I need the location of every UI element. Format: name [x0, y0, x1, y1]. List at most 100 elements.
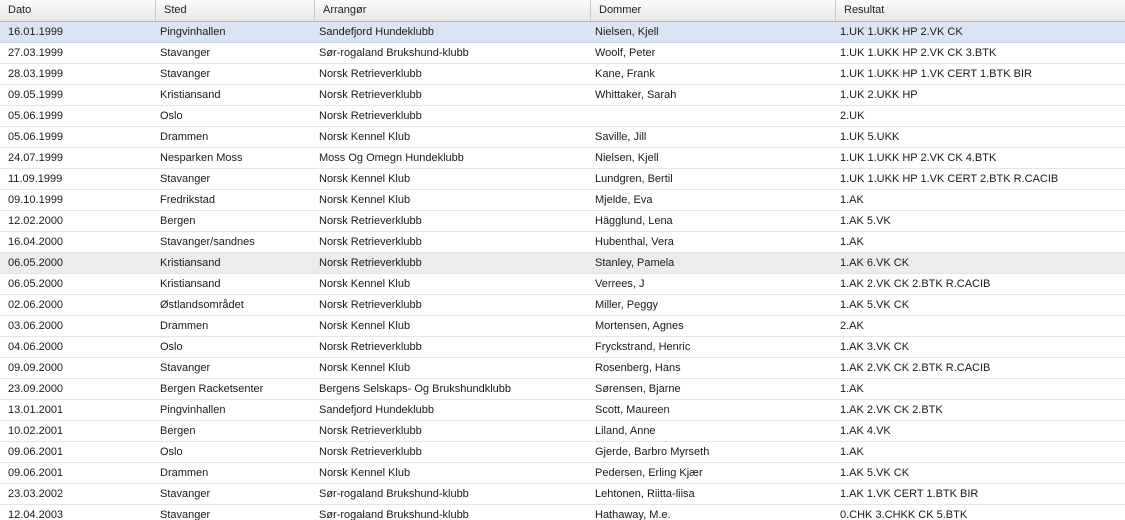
table-row[interactable]: 23.03.2002 Stavanger Sør-rogaland Brukshun…	[0, 484, 1125, 505]
cell-dato: 06.05.2000	[8, 257, 64, 269]
cell-dato: 05.06.1999	[8, 110, 64, 122]
cell-arrangor: Norsk Retrieverklubb	[319, 68, 422, 80]
cell-resultat: 1.AK 3.VK CK	[840, 341, 910, 353]
cell-arrangor: Sør-rogaland Brukshund-klubb	[319, 488, 469, 500]
table-row[interactable]: 16.01.1999 Pingvinhallen Sandefjord Hundek…	[0, 22, 1125, 43]
cell-dato: 24.07.1999	[8, 152, 64, 164]
table-row[interactable]: 02.06.2000 Østlandsområdet Norsk Retriever…	[0, 295, 1125, 316]
cell-dato: 09.05.1999	[8, 89, 64, 101]
column-header-dato[interactable]: Dato	[0, 0, 155, 21]
cell-arrangor: Norsk Retrieverklubb	[319, 341, 422, 353]
cell-dommer: Nielsen, Kjell	[595, 152, 659, 164]
cell-dato: 27.03.1999	[8, 47, 64, 59]
cell-resultat: 0.CHK 3.CHKK CK 5.BTK	[840, 509, 968, 520]
cell-dommer: Nielsen, Kjell	[595, 26, 659, 38]
table-row[interactable]: 13.01.2001 Pingvinhallen Sandefjord Hundek…	[0, 400, 1125, 421]
cell-dato: 12.02.2000	[8, 215, 64, 227]
cell-dato: 11.09.1999	[8, 173, 63, 185]
cell-sted: Stavanger	[160, 509, 211, 520]
cell-arrangor: Norsk Retrieverklubb	[319, 257, 422, 269]
column-header-dommer[interactable]: Dommer	[590, 0, 835, 21]
table-row[interactable]: 05.06.1999 Oslo Norsk Retrieverklubb 2.UK	[0, 106, 1125, 127]
cell-arrangor: Sandefjord Hundeklubb	[319, 26, 434, 38]
cell-sted: Bergen	[160, 215, 196, 227]
cell-sted: Bergen	[160, 425, 196, 437]
table-row[interactable]: 06.05.2000 Kristiansand Norsk Kennel Klub V…	[0, 274, 1125, 295]
cell-dommer: Hägglund, Lena	[595, 215, 673, 227]
table-row[interactable]: 06.05.2000 Kristiansand Norsk Retrieverklu…	[0, 253, 1125, 274]
cell-sted: Bergen Racketsenter	[160, 383, 264, 395]
table-row[interactable]: 28.03.1999 Stavanger Norsk Retrieverklubb K…	[0, 64, 1125, 85]
column-header-resultat[interactable]: Resultat	[835, 0, 1125, 21]
cell-resultat: 1.UK 5.UKK	[840, 131, 900, 143]
column-header-arrangor[interactable]: Arrangør	[314, 0, 590, 21]
cell-dommer: Lundgren, Bertil	[595, 173, 673, 185]
cell-dommer: Pedersen, Erling Kjær	[595, 467, 703, 479]
cell-sted: Oslo	[160, 446, 183, 458]
cell-resultat: 1.AK 4.VK	[840, 425, 891, 437]
table-row[interactable]: 09.06.2001 Oslo Norsk Retrieverklubb Gjerde…	[0, 442, 1125, 463]
table-row[interactable]: 04.06.2000 Oslo Norsk Retrieverklubb Frycks…	[0, 337, 1125, 358]
table-row[interactable]: 16.04.2000 Stavanger/sandnes Norsk Retriev…	[0, 232, 1125, 253]
cell-sted: Kristiansand	[160, 278, 221, 290]
cell-dommer: Whittaker, Sarah	[595, 89, 677, 101]
cell-resultat: 1.UK 1.UKK HP 1.VK CERT 1.BTK BIR	[840, 68, 1032, 80]
table-row[interactable]: 09.10.1999 Fredrikstad Norsk Kennel Klub Mj…	[0, 190, 1125, 211]
cell-arrangor: Norsk Kennel Klub	[319, 362, 411, 374]
cell-resultat: 1.AK	[840, 446, 864, 458]
cell-arrangor: Norsk Kennel Klub	[319, 194, 411, 206]
cell-dommer	[595, 106, 830, 126]
table-row[interactable]: 09.09.2000 Stavanger Norsk Kennel Klub Rose…	[0, 358, 1125, 379]
table-row[interactable]: 12.04.2003 Stavanger Sør-rogaland Brukshun…	[0, 505, 1125, 520]
cell-sted: Stavanger	[160, 173, 211, 185]
table-header: Dato Sted Arrangør Dommer Resultat	[0, 0, 1125, 22]
table-row[interactable]: 03.06.2000 Drammen Norsk Kennel Klub Morten…	[0, 316, 1125, 337]
cell-dato: 16.01.1999	[8, 26, 64, 38]
cell-arrangor: Moss Og Omegn Hundeklubb	[319, 152, 464, 164]
cell-dato: 12.04.2003	[8, 509, 64, 520]
column-header-sted[interactable]: Sted	[155, 0, 314, 21]
cell-arrangor: Norsk Kennel Klub	[319, 467, 411, 479]
table-row[interactable]: 11.09.1999 Stavanger Norsk Kennel Klub Lund…	[0, 169, 1125, 190]
cell-dato: 03.06.2000	[8, 320, 64, 332]
cell-sted: Fredrikstad	[160, 194, 216, 206]
cell-resultat: 1.AK 5.VK	[840, 215, 891, 227]
cell-sted: Pingvinhallen	[160, 26, 226, 38]
table-row[interactable]: 27.03.1999 Stavanger Sør-rogaland Brukshun…	[0, 43, 1125, 64]
cell-dato: 06.05.2000	[8, 278, 64, 290]
cell-sted: Stavanger	[160, 488, 211, 500]
cell-resultat: 2.AK	[840, 320, 864, 332]
cell-sted: Drammen	[160, 467, 209, 479]
cell-dommer: Saville, Jill	[595, 131, 647, 143]
cell-arrangor: Norsk Kennel Klub	[319, 173, 411, 185]
cell-dommer: Liland, Anne	[595, 425, 656, 437]
cell-dommer: Woolf, Peter	[595, 47, 656, 59]
cell-sted: Stavanger	[160, 68, 211, 80]
cell-dommer: Rosenberg, Hans	[595, 362, 681, 374]
cell-dato: 09.10.1999	[8, 194, 64, 206]
table-row[interactable]: 05.06.1999 Drammen Norsk Kennel Klub Savill…	[0, 127, 1125, 148]
cell-arrangor: Bergens Selskaps- Og Brukshundklubb	[319, 383, 511, 395]
cell-resultat: 1.AK 2.VK CK 2.BTK R.CACIB	[840, 362, 991, 374]
table-body: 16.01.1999 Pingvinhallen Sandefjord Hundek…	[0, 22, 1125, 520]
table-row[interactable]: 10.02.2001 Bergen Norsk Retrieverklubb Lila…	[0, 421, 1125, 442]
cell-arrangor: Norsk Retrieverklubb	[319, 299, 422, 311]
cell-dato: 05.06.1999	[8, 131, 64, 143]
cell-dato: 23.09.2000	[8, 383, 64, 395]
table-row[interactable]: 09.05.1999 Kristiansand Norsk Retrieverklu…	[0, 85, 1125, 106]
cell-sted: Nesparken Moss	[160, 152, 243, 164]
cell-dommer: Kane, Frank	[595, 68, 655, 80]
cell-dato: 09.06.2001	[8, 446, 64, 458]
cell-resultat: 2.UK	[840, 110, 865, 122]
table-row[interactable]: 12.02.2000 Bergen Norsk Retrieverklubb Hägg…	[0, 211, 1125, 232]
cell-sted: Drammen	[160, 320, 209, 332]
table-row[interactable]: 23.09.2000 Bergen Racketsenter Bergens Sel…	[0, 379, 1125, 400]
table-row[interactable]: 09.06.2001 Drammen Norsk Kennel Klub Peders…	[0, 463, 1125, 484]
cell-arrangor: Sandefjord Hundeklubb	[319, 404, 434, 416]
cell-sted: Østlandsområdet	[160, 299, 244, 311]
cell-dommer: Miller, Peggy	[595, 299, 658, 311]
table-row[interactable]: 24.07.1999 Nesparken Moss Moss Og Omegn Hu…	[0, 148, 1125, 169]
cell-sted: Oslo	[160, 341, 183, 353]
cell-resultat: 1.UK 1.UKK HP 2.VK CK 3.BTK	[840, 47, 997, 59]
cell-sted: Stavanger	[160, 362, 211, 374]
